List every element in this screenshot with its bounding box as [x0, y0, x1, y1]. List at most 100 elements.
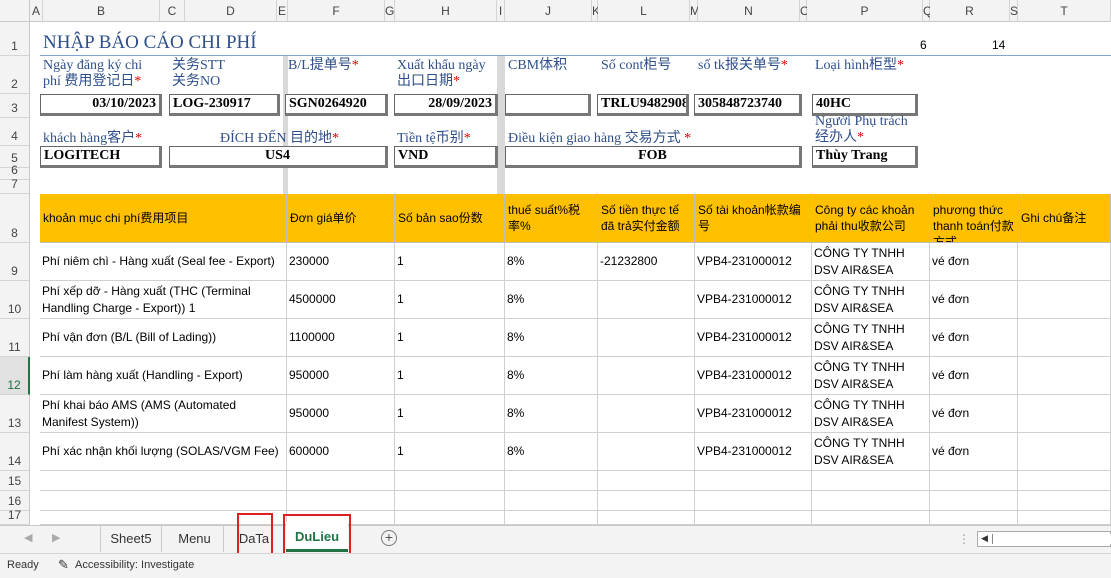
empty-cell[interactable]	[695, 471, 812, 491]
table-cell[interactable]	[598, 433, 695, 471]
accessibility-icon[interactable]: ✎	[58, 557, 69, 573]
scroll-left-icon[interactable]: ◀	[981, 533, 988, 544]
table-cell[interactable]: 230000	[287, 243, 395, 281]
column-header-g[interactable]: G	[385, 0, 395, 22]
empty-cell[interactable]	[598, 471, 695, 491]
empty-cell[interactable]	[1018, 511, 1111, 525]
table-cell[interactable]: Phí xếp dỡ - Hàng xuất (THC (Terminal Ha…	[40, 281, 287, 319]
table-cell[interactable]: vé đơn	[930, 357, 1018, 395]
bl-field[interactable]: SGN0264920	[285, 94, 388, 116]
empty-cell[interactable]	[1018, 471, 1111, 491]
table-cell[interactable]: 4500000	[287, 281, 395, 319]
table-cell[interactable]: 600000	[287, 433, 395, 471]
table-cell[interactable]: VPB4-231000012	[695, 433, 812, 471]
scroll-thumb[interactable]	[992, 534, 1111, 544]
table-cell[interactable]: vé đơn	[930, 319, 1018, 357]
empty-cell[interactable]	[40, 471, 287, 491]
column-header-i[interactable]: I	[497, 0, 505, 22]
select-all-corner[interactable]	[0, 0, 30, 22]
table-cell[interactable]	[598, 395, 695, 433]
table-cell[interactable]: 1	[395, 319, 505, 357]
column-header-e[interactable]: E	[277, 0, 288, 22]
row-header-12[interactable]: 12	[0, 357, 30, 395]
column-header-f[interactable]: F	[288, 0, 385, 22]
row-header-11[interactable]: 11	[0, 319, 30, 357]
cont-field[interactable]: TRLU9482908	[597, 94, 689, 116]
table-cell[interactable]: 1	[395, 433, 505, 471]
customer-field[interactable]: LOGITECH	[40, 146, 162, 168]
table-cell[interactable]: 1	[395, 281, 505, 319]
column-header-n[interactable]: N	[698, 0, 800, 22]
row-header-17[interactable]: 17	[0, 508, 30, 525]
row-header-3[interactable]: 3	[0, 94, 30, 118]
table-cell[interactable]	[1018, 433, 1111, 471]
table-cell[interactable]: VPB4-231000012	[695, 281, 812, 319]
row-header-9[interactable]: 9	[0, 243, 30, 281]
empty-cell[interactable]	[930, 511, 1018, 525]
table-cell[interactable]: CÔNG TY TNHH DSV AIR&SEA	[812, 357, 930, 395]
row-header-10[interactable]: 10	[0, 281, 30, 319]
table-cell[interactable]: CÔNG TY TNHH DSV AIR&SEA	[812, 243, 930, 281]
table-cell[interactable]	[1018, 357, 1111, 395]
table-cell[interactable]: 8%	[505, 357, 598, 395]
table-cell[interactable]	[1018, 243, 1111, 281]
table-cell[interactable]: 1	[395, 357, 505, 395]
column-header-b[interactable]: B	[43, 0, 160, 22]
cbm-field[interactable]	[505, 94, 591, 116]
table-cell[interactable]: VPB4-231000012	[695, 395, 812, 433]
tab-split-handle[interactable]: ⋮	[958, 532, 970, 546]
table-cell[interactable]: Phí làm hàng xuất (Handling - Export)	[40, 357, 287, 395]
table-cell[interactable]	[598, 357, 695, 395]
table-cell[interactable]	[598, 281, 695, 319]
table-cell[interactable]	[1018, 281, 1111, 319]
table-cell[interactable]: -21232800	[598, 243, 695, 281]
column-header-s[interactable]: S	[1010, 0, 1018, 22]
table-cell[interactable]: vé đơn	[930, 281, 1018, 319]
table-cell[interactable]: vé đơn	[930, 433, 1018, 471]
empty-cell[interactable]	[695, 511, 812, 525]
table-cell[interactable]: CÔNG TY TNHH DSV AIR&SEA	[812, 395, 930, 433]
export-date-field[interactable]: 28/09/2023	[394, 94, 498, 116]
column-header-l[interactable]: L	[598, 0, 690, 22]
table-cell[interactable]: vé đơn	[930, 395, 1018, 433]
dest-field[interactable]: US4	[169, 146, 388, 168]
empty-cell[interactable]	[40, 491, 287, 511]
table-cell[interactable]: 8%	[505, 319, 598, 357]
cont-type-field[interactable]: 40HC	[812, 94, 918, 116]
column-header-h[interactable]: H	[395, 0, 497, 22]
row-header-15[interactable]: 15	[0, 471, 30, 491]
column-header-c[interactable]: C	[160, 0, 185, 22]
next-sheet-icon[interactable]: ▶	[52, 531, 60, 544]
table-cell[interactable]: 8%	[505, 243, 598, 281]
table-cell[interactable]: VPB4-231000012	[695, 243, 812, 281]
add-sheet-icon[interactable]: +	[381, 530, 397, 546]
column-header-r[interactable]: R	[930, 0, 1010, 22]
table-cell[interactable]: 8%	[505, 281, 598, 319]
row-header-13[interactable]: 13	[0, 395, 30, 433]
row-header-2[interactable]: 2	[0, 56, 30, 94]
empty-cell[interactable]	[598, 511, 695, 525]
person-field[interactable]: Thùy Trang	[812, 146, 918, 168]
table-cell[interactable]: CÔNG TY TNHH DSV AIR&SEA	[812, 319, 930, 357]
tab-sheet5[interactable]: Sheet5	[100, 526, 162, 552]
terms-field[interactable]: FOB	[505, 146, 802, 168]
row-header-8[interactable]: 8	[0, 194, 30, 243]
table-cell[interactable]: Phí vận đơn (B/L (Bill of Lading))	[40, 319, 287, 357]
row-header-7[interactable]: 7	[0, 177, 30, 194]
empty-cell[interactable]	[812, 491, 930, 511]
row-header-1[interactable]: 1	[0, 22, 30, 56]
column-header-a[interactable]: A	[30, 0, 43, 22]
reg-date-field[interactable]: 03/10/2023	[40, 94, 162, 116]
empty-cell[interactable]	[287, 491, 395, 511]
column-header-j[interactable]: J	[505, 0, 592, 22]
empty-cell[interactable]	[505, 471, 598, 491]
row-header-4[interactable]: 4	[0, 118, 30, 146]
table-cell[interactable]: Phí niêm chì - Hàng xuất (Seal fee - Exp…	[40, 243, 287, 281]
table-cell[interactable]: Phí khai báo AMS (AMS (Automated Manifes…	[40, 395, 287, 433]
empty-cell[interactable]	[395, 511, 505, 525]
empty-cell[interactable]	[695, 491, 812, 511]
column-header-d[interactable]: D	[185, 0, 277, 22]
table-cell[interactable]: 8%	[505, 395, 598, 433]
prev-sheet-icon[interactable]: ◀	[24, 531, 32, 544]
column-header-o[interactable]: O	[800, 0, 809, 22]
